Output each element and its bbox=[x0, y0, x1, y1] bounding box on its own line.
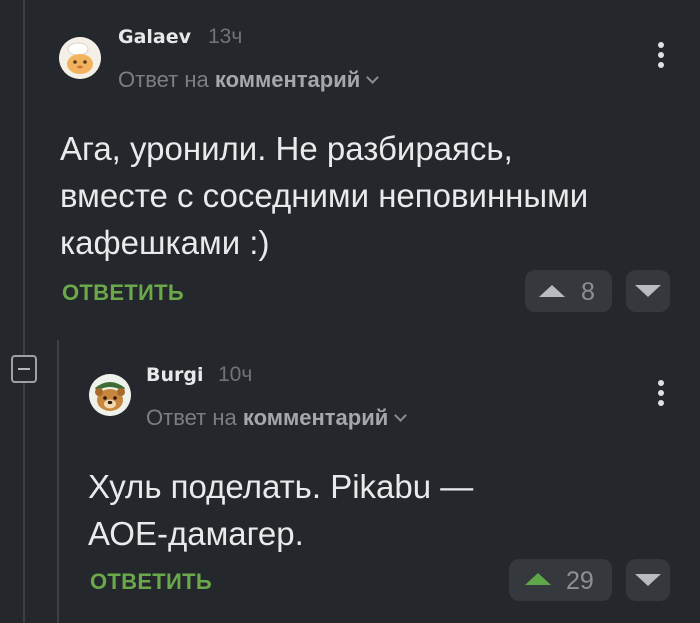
comment-text-line: АОЕ-дамагер. bbox=[88, 515, 304, 552]
reply-to-link[interactable]: Ответ на комментарий bbox=[118, 67, 380, 93]
comment-text-line: Ага, уронили. Не разбираясь, bbox=[60, 130, 513, 167]
more-options-icon[interactable] bbox=[655, 378, 667, 410]
reply-button[interactable]: ОТВЕТИТЬ bbox=[90, 569, 212, 595]
username[interactable]: Galaev bbox=[118, 26, 191, 48]
arrow-down-icon bbox=[635, 285, 661, 297]
chevron-down-icon bbox=[366, 71, 380, 84]
downvote-button[interactable] bbox=[626, 270, 670, 312]
comment-text-line: Хуль поделать. Pikabu — bbox=[88, 468, 474, 505]
rating-count: 8 bbox=[581, 278, 595, 306]
reply-to-target: комментарий bbox=[242, 405, 389, 430]
arrow-down-icon bbox=[635, 574, 661, 586]
reply-to-prefix: Ответ на bbox=[118, 67, 209, 92]
thread-line-reply bbox=[57, 340, 59, 623]
downvote-button[interactable] bbox=[626, 559, 670, 601]
chef-cat-icon bbox=[59, 37, 101, 79]
comment-text: Ага, уронили. Не разбираясь, вместе с со… bbox=[60, 125, 588, 266]
thread-line-root bbox=[23, 0, 25, 355]
reply-button[interactable]: ОТВЕТИТЬ bbox=[62, 280, 184, 306]
thread-line-root-lower bbox=[23, 383, 25, 623]
rating-count: 29 bbox=[566, 567, 594, 595]
minus-icon bbox=[18, 368, 30, 370]
more-options-icon[interactable] bbox=[655, 40, 667, 72]
bear-icon bbox=[89, 374, 131, 416]
timestamp: 10ч bbox=[218, 363, 253, 386]
chevron-down-icon bbox=[394, 409, 408, 422]
timestamp: 13ч bbox=[208, 25, 243, 48]
chef-cat-avatar[interactable] bbox=[59, 37, 101, 79]
arrow-up-icon bbox=[525, 573, 551, 585]
comment-text-line: вместе с соседними неповинными bbox=[60, 177, 589, 214]
comment-text-line: кафешками :) bbox=[60, 224, 270, 261]
collapse-thread-button[interactable] bbox=[11, 355, 37, 383]
username[interactable]: Burgi bbox=[146, 364, 204, 386]
reply-to-target: комментарий bbox=[214, 67, 361, 92]
reply-to-link[interactable]: Ответ на комментарий bbox=[146, 405, 408, 431]
arrow-up-icon bbox=[539, 285, 565, 297]
comment-text: Хуль поделать. Pikabu — АОЕ-дамагер. bbox=[88, 463, 473, 557]
upvote-button[interactable]: 29 bbox=[509, 559, 612, 601]
reply-to-prefix: Ответ на bbox=[146, 405, 237, 430]
bear-avatar[interactable] bbox=[89, 374, 131, 416]
upvote-button[interactable]: 8 bbox=[525, 270, 612, 312]
